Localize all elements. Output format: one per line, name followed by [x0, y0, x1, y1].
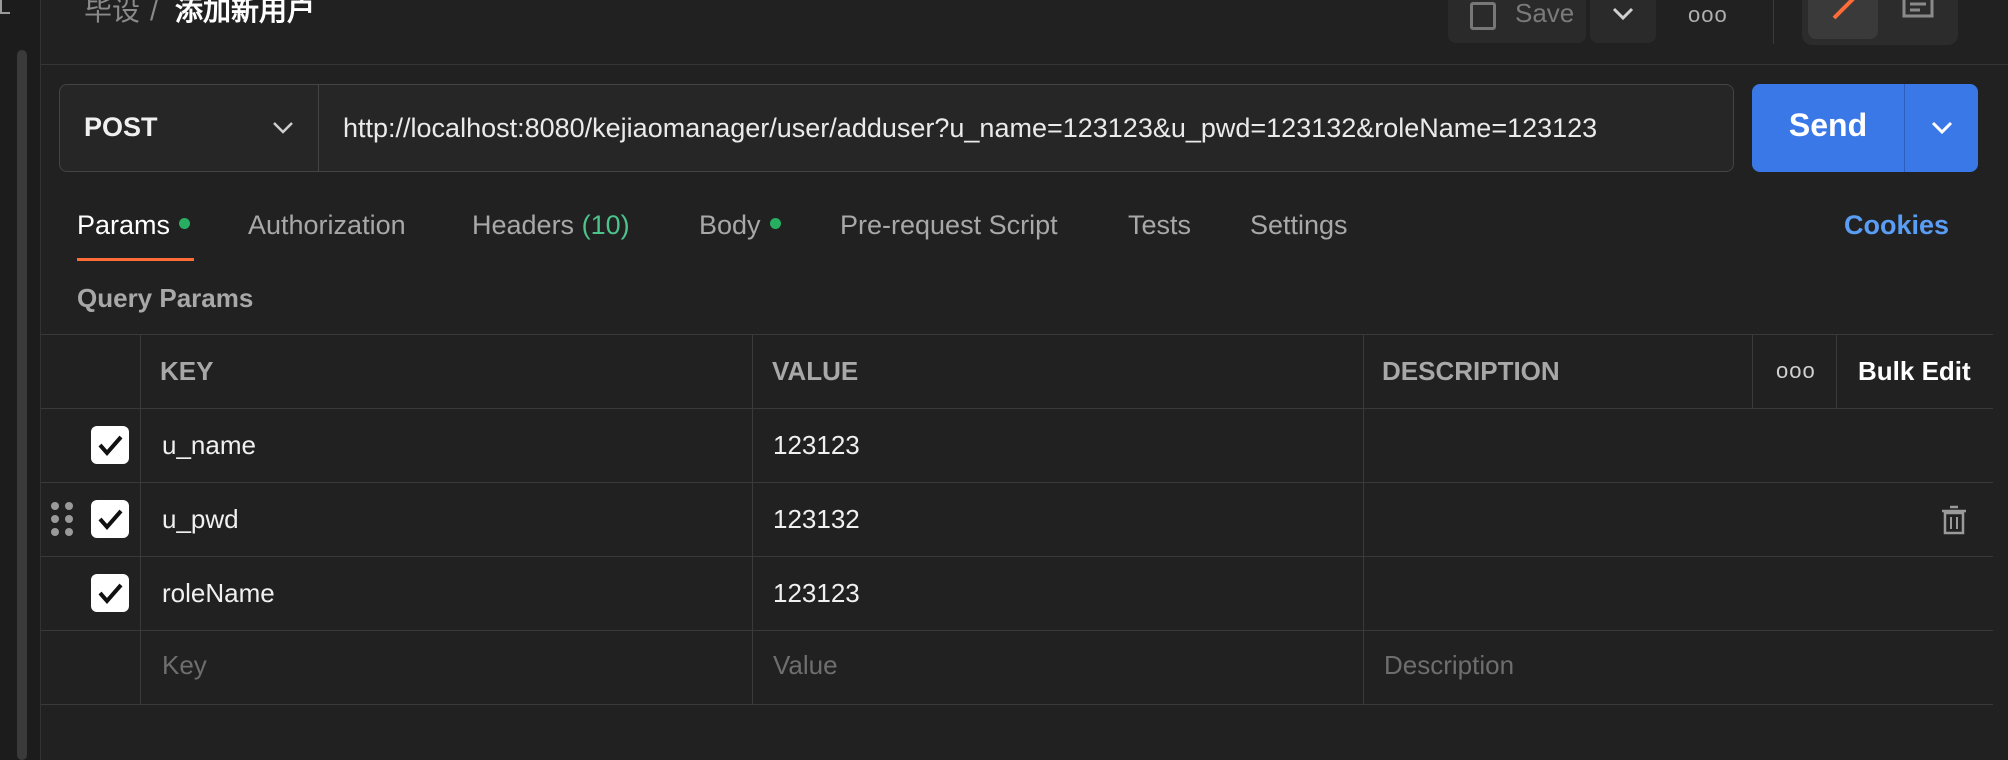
pencil-icon: [1832, 0, 1855, 20]
new-description-input[interactable]: Description: [1384, 650, 1514, 681]
save-button[interactable]: Save: [1448, 0, 1586, 43]
param-key[interactable]: u_name: [162, 430, 256, 461]
cookies-link[interactable]: Cookies: [1844, 210, 1949, 241]
table-border: [140, 334, 141, 704]
send-label: Send: [1788, 107, 1868, 143]
column-header-value: VALUE: [772, 356, 859, 386]
table-border: [1363, 334, 1364, 704]
checkmark-icon: [98, 509, 123, 531]
save-icon: [1470, 2, 1496, 30]
table-border: [1752, 334, 1753, 408]
row-checkbox[interactable]: [91, 500, 129, 538]
row-checkbox[interactable]: [91, 426, 129, 464]
left-gutter: [0, 0, 41, 760]
param-value[interactable]: 123132: [773, 504, 860, 535]
row-checkbox[interactable]: [91, 574, 129, 612]
tab-params[interactable]: Params: [77, 210, 191, 241]
table-border: [41, 704, 1993, 705]
column-options-button[interactable]: ooo: [1776, 358, 1816, 384]
save-options-button[interactable]: [1590, 0, 1656, 43]
method-select[interactable]: POST: [59, 84, 319, 172]
tab-authorization[interactable]: Authorization: [248, 210, 406, 241]
url-input[interactable]: http://localhost:8080/kejiaomanager/user…: [318, 84, 1734, 172]
tab-headers[interactable]: Headers (10): [472, 210, 630, 241]
send-options-button[interactable]: [1905, 84, 1978, 172]
tab-headers-label: Headers: [472, 210, 575, 240]
breadcrumb-parent[interactable]: 毕设: [84, 0, 140, 28]
param-key[interactable]: roleName: [162, 578, 275, 609]
drag-handle-icon[interactable]: [51, 502, 75, 538]
checkmark-icon: [98, 435, 123, 457]
comment-icon[interactable]: [1900, 0, 1936, 26]
chevron-down-icon: [273, 122, 293, 134]
save-label: Save: [1515, 0, 1575, 28]
query-params-title: Query Params: [77, 283, 254, 313]
bulk-edit-button[interactable]: Bulk Edit: [1858, 356, 1971, 387]
send-button[interactable]: Send: [1752, 84, 1904, 172]
param-value[interactable]: 123123: [773, 430, 860, 461]
new-key-input[interactable]: Key: [162, 650, 207, 681]
chevron-down-icon: [1612, 7, 1634, 21]
param-key[interactable]: u_pwd: [162, 504, 239, 535]
method-label: POST: [84, 112, 158, 142]
breadcrumb-separator: /: [150, 0, 158, 26]
table-border: [41, 334, 1993, 335]
table-border: [752, 334, 753, 704]
column-header-description: DESCRIPTION: [1382, 356, 1560, 386]
tab-pre-request-script[interactable]: Pre-request Script: [840, 210, 1058, 241]
checkmark-icon: [98, 583, 123, 605]
breadcrumb-current[interactable]: 添加新用户: [175, 0, 315, 28]
chevron-down-icon: [1931, 121, 1953, 135]
tab-params-label: Params: [77, 210, 171, 240]
more-options-button[interactable]: ooo: [1688, 2, 1728, 28]
url-text: http://localhost:8080/kejiaomanager/user…: [343, 113, 1598, 143]
tab-settings[interactable]: Settings: [1250, 210, 1348, 241]
gutter-mark: [0, 0, 10, 14]
edit-button[interactable]: [1808, 0, 1878, 39]
table-border: [41, 630, 1993, 631]
headers-count: (10): [581, 210, 630, 240]
table-border: [41, 556, 1993, 557]
column-header-key: KEY: [160, 356, 214, 386]
trash-icon[interactable]: [1942, 505, 1966, 535]
new-value-input[interactable]: Value: [773, 650, 838, 681]
divider: [1773, 0, 1774, 44]
table-border: [41, 482, 1993, 483]
tab-body-label: Body: [699, 210, 761, 240]
status-dot: [769, 218, 781, 230]
table-border: [1836, 334, 1837, 408]
active-tab-indicator: [77, 258, 194, 261]
vertical-scrollbar[interactable]: [17, 50, 27, 760]
table-border: [41, 408, 1993, 409]
status-dot: [179, 218, 191, 230]
tab-body[interactable]: Body: [699, 210, 781, 241]
param-value[interactable]: 123123: [773, 578, 860, 609]
tab-tests[interactable]: Tests: [1128, 210, 1191, 241]
